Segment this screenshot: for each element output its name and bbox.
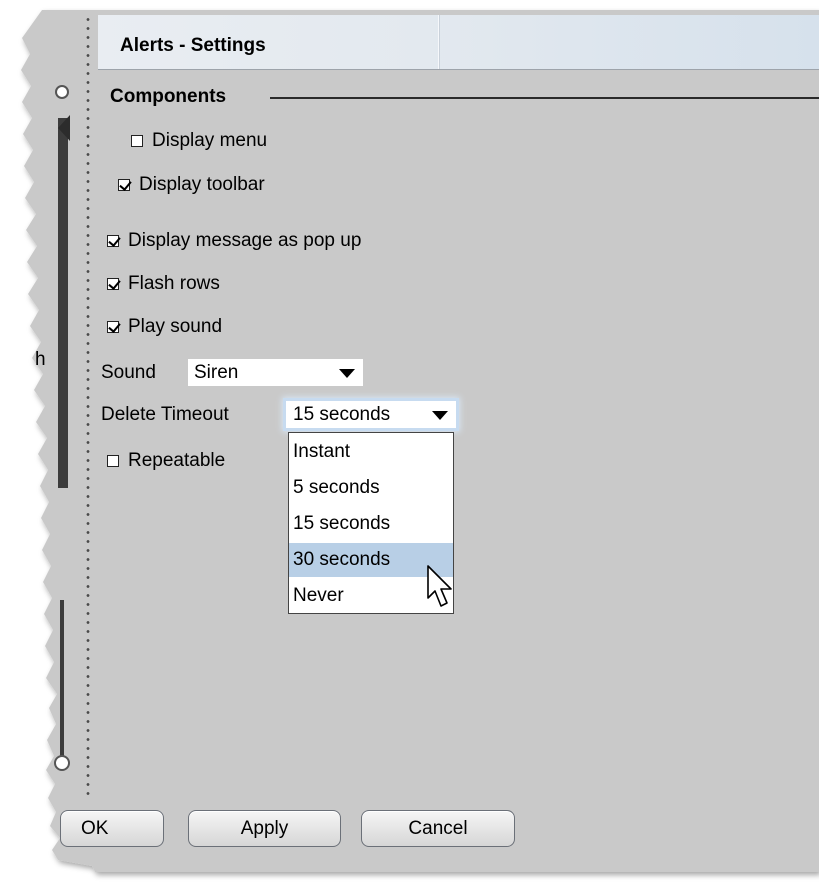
play-sound-label: Play sound: [128, 316, 223, 337]
header-divider-shadow: [439, 15, 440, 69]
mouse-pointer-icon: [427, 565, 452, 607]
display-menu-option[interactable]: Display menu: [131, 130, 267, 152]
display-toolbar-checkbox[interactable]: [118, 179, 130, 191]
sound-select[interactable]: Siren: [188, 359, 363, 386]
popup-option[interactable]: Display message as pop up: [107, 230, 361, 252]
play-sound-checkbox[interactable]: [107, 321, 119, 333]
timeout-option-instant[interactable]: Instant: [289, 435, 453, 469]
delete-timeout-label: Delete Timeout: [101, 404, 229, 425]
flash-rows-option[interactable]: Flash rows: [107, 273, 220, 295]
chevron-down-icon: [432, 411, 448, 420]
background-text-fragment: h: [35, 349, 46, 370]
sound-label: Sound: [101, 362, 156, 383]
window-title: Alerts - Settings: [120, 35, 266, 56]
popup-checkbox[interactable]: [107, 235, 119, 247]
popup-label: Display message as pop up: [128, 230, 362, 251]
repeatable-label: Repeatable: [128, 450, 226, 471]
delete-timeout-select-value: 15 seconds: [293, 404, 391, 425]
apply-button[interactable]: Apply: [188, 810, 341, 847]
flash-rows-checkbox[interactable]: [107, 278, 119, 290]
display-menu-checkbox[interactable]: [131, 135, 143, 147]
delete-timeout-select[interactable]: 15 seconds: [286, 401, 456, 428]
section-rule: [270, 97, 819, 99]
components-heading: Components: [110, 86, 227, 107]
dotted-separator: [86, 15, 90, 800]
timeout-option-15-seconds[interactable]: 15 seconds: [289, 507, 453, 541]
display-menu-label: Display menu: [152, 130, 268, 151]
flash-rows-label: Flash rows: [128, 273, 220, 294]
display-toolbar-option[interactable]: Display toolbar: [118, 174, 265, 196]
dialog-header: Alerts - Settings: [98, 15, 819, 70]
cancel-button[interactable]: Cancel: [361, 810, 515, 847]
ok-button[interactable]: OK: [60, 810, 164, 847]
timeout-option-5-seconds[interactable]: 5 seconds: [289, 471, 453, 505]
chevron-down-icon: [339, 369, 355, 378]
repeatable-checkbox[interactable]: [107, 455, 119, 467]
repeatable-option[interactable]: Repeatable: [107, 450, 225, 472]
play-sound-option[interactable]: Play sound: [107, 316, 222, 338]
sound-select-value: Siren: [194, 362, 239, 383]
display-toolbar-label: Display toolbar: [139, 174, 265, 195]
